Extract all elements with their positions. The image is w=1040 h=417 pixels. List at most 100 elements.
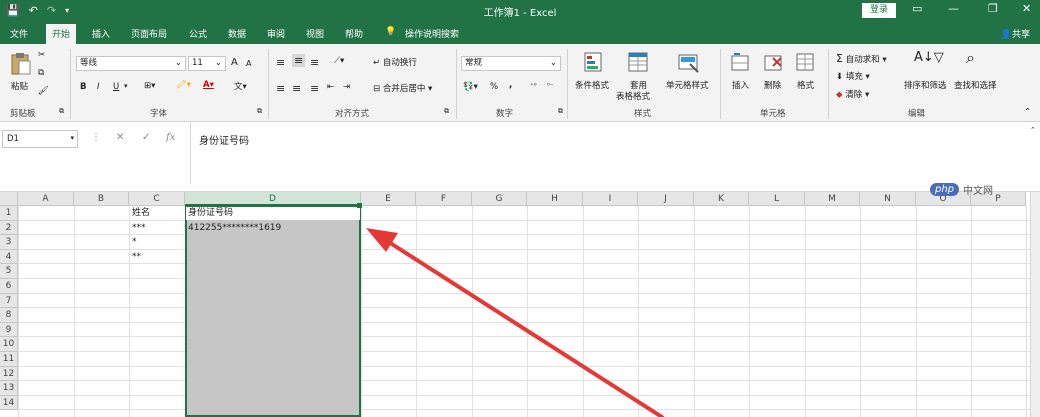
decrease-indent-icon[interactable]: ⇤ — [327, 82, 334, 92]
format-painter-icon[interactable]: 🖌 — [38, 86, 49, 96]
cell-d2[interactable]: 412255********1619 — [185, 221, 281, 235]
column-header-f[interactable]: F — [416, 192, 472, 206]
phonetic-icon[interactable]: 文▾ — [234, 80, 247, 92]
vertical-scrollbar[interactable] — [1030, 192, 1040, 417]
find-select-icon[interactable]: ⌕ — [966, 48, 975, 68]
sort-filter-label[interactable]: 排序和筛选 — [904, 79, 947, 91]
cell-c3[interactable]: * — [129, 235, 137, 249]
minimize-icon[interactable]: — — [948, 2, 959, 15]
expand-formula-icon[interactable]: ⌃ — [1030, 126, 1036, 134]
row-header-2[interactable]: 2 — [0, 220, 18, 236]
row-header-1[interactable]: 1 — [0, 206, 18, 221]
tell-me-search[interactable]: 操作说明搜索 — [405, 27, 459, 40]
format-as-table-icon[interactable] — [628, 52, 650, 74]
tab-page-layout[interactable]: 页面布局 — [131, 27, 167, 40]
italic-button[interactable]: I — [97, 82, 100, 92]
copy-icon[interactable]: ⧉ — [38, 68, 44, 78]
cell-c4[interactable]: ** — [129, 250, 141, 264]
cell-c1[interactable]: 姓名 — [129, 206, 150, 220]
row-header-14[interactable]: 14 — [0, 395, 18, 411]
column-header-j[interactable]: J — [638, 192, 694, 206]
login-button[interactable]: 登录 — [862, 3, 896, 18]
bold-button[interactable]: B — [80, 82, 86, 92]
tab-home[interactable]: 开始 — [46, 24, 77, 45]
format-as-table-label-2[interactable]: 表格格式 — [616, 90, 650, 102]
column-header-b[interactable]: B — [74, 192, 129, 206]
chevron-down-icon[interactable]: ▾ — [124, 82, 128, 90]
row-header-4[interactable]: 4 — [0, 249, 18, 265]
number-format-select[interactable]: 常规 ⌄ — [461, 56, 561, 71]
sort-filter-icon[interactable]: A↓▽ — [914, 50, 944, 65]
row-header-3[interactable]: 3 — [0, 235, 18, 250]
tab-review[interactable]: 审阅 — [267, 27, 285, 40]
dialog-launcher-icon[interactable]: ⧉ — [558, 107, 563, 116]
column-header-k[interactable]: K — [694, 192, 749, 206]
cut-icon[interactable]: ✂ — [38, 50, 45, 60]
ribbon-display-icon[interactable]: ▭ — [912, 2, 922, 15]
wrap-text-button[interactable]: ↵ 自动换行 — [373, 56, 417, 68]
collapse-ribbon-icon[interactable]: ⌃ — [1024, 107, 1031, 117]
enter-formula-button[interactable]: ✓ — [142, 132, 150, 143]
align-top-icon[interactable]: ≡ — [276, 56, 285, 69]
share-button[interactable]: 👤共享 — [1001, 27, 1030, 40]
cancel-formula-button[interactable]: ✕ — [116, 132, 124, 143]
column-header-a[interactable]: A — [18, 192, 74, 206]
column-header-i[interactable]: I — [583, 192, 638, 206]
worksheet-grid[interactable]: ABCDEFGHIJKLMNOP 1 2 3 4 5 6 7 8 9 10 11 12 13 14 姓名 *… — [0, 192, 1040, 417]
column-header-m[interactable]: M — [805, 192, 860, 206]
align-bottom-icon[interactable]: ≡ — [310, 56, 319, 69]
row-header-12[interactable]: 12 — [0, 366, 18, 382]
name-box[interactable]: D1 ▾ — [2, 130, 78, 148]
column-header-l[interactable]: L — [749, 192, 805, 206]
row-header-8[interactable]: 8 — [0, 308, 18, 323]
percent-button[interactable]: % — [490, 82, 498, 92]
paste-icon[interactable] — [10, 52, 32, 76]
paste-label[interactable]: 粘贴 — [11, 80, 28, 92]
column-header-c[interactable]: C — [129, 192, 185, 206]
fill-button[interactable]: ⬇ 填充 ▾ — [836, 70, 870, 82]
autosum-button[interactable]: Σ 自动求和 ▾ — [836, 52, 887, 65]
align-left-icon[interactable]: ≡ — [276, 82, 285, 95]
column-header-h[interactable]: H — [527, 192, 583, 206]
tab-file[interactable]: 文件 — [10, 27, 28, 40]
dialog-launcher-icon[interactable]: ⧉ — [444, 107, 449, 116]
dialog-launcher-icon[interactable]: ⧉ — [257, 107, 262, 116]
close-icon[interactable]: ✕ — [1022, 2, 1031, 15]
shrink-font-button[interactable]: A — [246, 59, 251, 68]
borders-icon[interactable]: ⊞▾ — [144, 81, 155, 91]
orientation-icon[interactable]: ⟋▾ — [334, 56, 344, 66]
tab-data[interactable]: 数据 — [228, 27, 246, 40]
selected-column-range[interactable] — [185, 206, 361, 417]
select-all-corner[interactable] — [0, 192, 18, 206]
decrease-decimal-icon[interactable]: ⁰⁻ — [547, 82, 554, 90]
restore-icon[interactable]: ❐ — [988, 2, 998, 15]
row-header-6[interactable]: 6 — [0, 279, 18, 294]
row-header-5[interactable]: 5 — [0, 264, 18, 279]
cell-d1[interactable]: 身份证号码 — [185, 206, 233, 220]
row-header-9[interactable]: 9 — [0, 322, 18, 338]
column-header-g[interactable]: G — [472, 192, 527, 206]
tab-view[interactable]: 视图 — [306, 27, 324, 40]
insert-function-button[interactable]: fx — [166, 132, 175, 143]
formula-input[interactable]: 身份证号码 — [190, 122, 1030, 184]
row-header-10[interactable]: 10 — [0, 337, 18, 352]
row-header-13[interactable]: 13 — [0, 381, 18, 396]
font-size-select[interactable]: 11 ⌄ — [188, 56, 226, 71]
tab-insert[interactable]: 插入 — [92, 27, 110, 40]
grow-font-button[interactable]: A — [231, 57, 238, 68]
underline-button[interactable]: U — [113, 82, 119, 92]
tab-help[interactable]: 帮助 — [345, 27, 363, 40]
accounting-format-icon[interactable]: 💱▾ — [463, 82, 478, 92]
format-cells-icon[interactable] — [796, 52, 816, 72]
column-header-n[interactable]: N — [860, 192, 916, 206]
align-center-icon[interactable]: ≡ — [292, 82, 301, 95]
insert-label[interactable]: 插入 — [732, 79, 749, 91]
row-header-11[interactable]: 11 — [0, 352, 18, 367]
font-color-icon[interactable]: A▾ — [203, 80, 214, 90]
increase-decimal-icon[interactable]: ⁺⁰ — [530, 82, 537, 90]
fill-handle[interactable] — [357, 203, 362, 208]
cell-styles-icon[interactable] — [678, 52, 700, 74]
column-header-e[interactable]: E — [361, 192, 416, 206]
find-select-label[interactable]: 查找和选择 — [954, 79, 997, 91]
row-header-7[interactable]: 7 — [0, 293, 18, 309]
